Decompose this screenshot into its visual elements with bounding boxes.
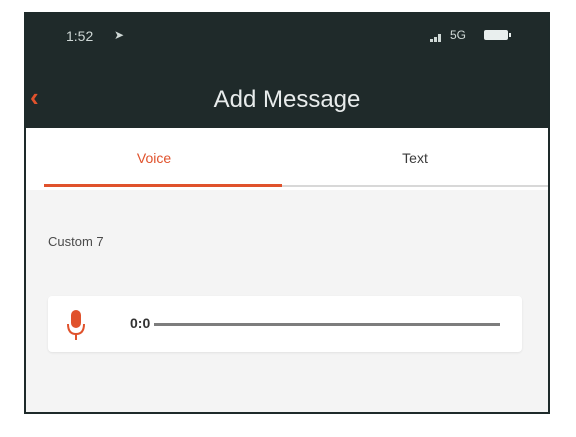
network-type: 5G — [450, 28, 467, 42]
recording-duration: 0:0 — [130, 315, 151, 331]
tab-voice[interactable]: Voice — [26, 150, 282, 166]
battery-icon — [484, 30, 511, 40]
message-name: Custom 7 — [48, 234, 104, 249]
status-time: 1:52 — [66, 28, 94, 44]
tab-text[interactable]: Text — [282, 150, 548, 166]
recording-card: 0:0 — [48, 296, 522, 352]
signal-icon — [430, 32, 444, 42]
app-header: 1:52 ➤ 5G ‹ Add Message — [26, 14, 548, 128]
tab-bar: Voice Text — [26, 128, 548, 190]
location-arrow-icon: ➤ — [114, 28, 125, 42]
page-title: Add Message — [213, 86, 361, 113]
playback-slider[interactable] — [154, 323, 500, 326]
phone-screen: 1:52 ➤ 5G ‹ Add Message Voice Text Custo… — [24, 12, 550, 414]
microphone-icon[interactable] — [66, 308, 86, 342]
tab-divider — [282, 185, 548, 187]
tab-active-indicator — [44, 184, 282, 187]
